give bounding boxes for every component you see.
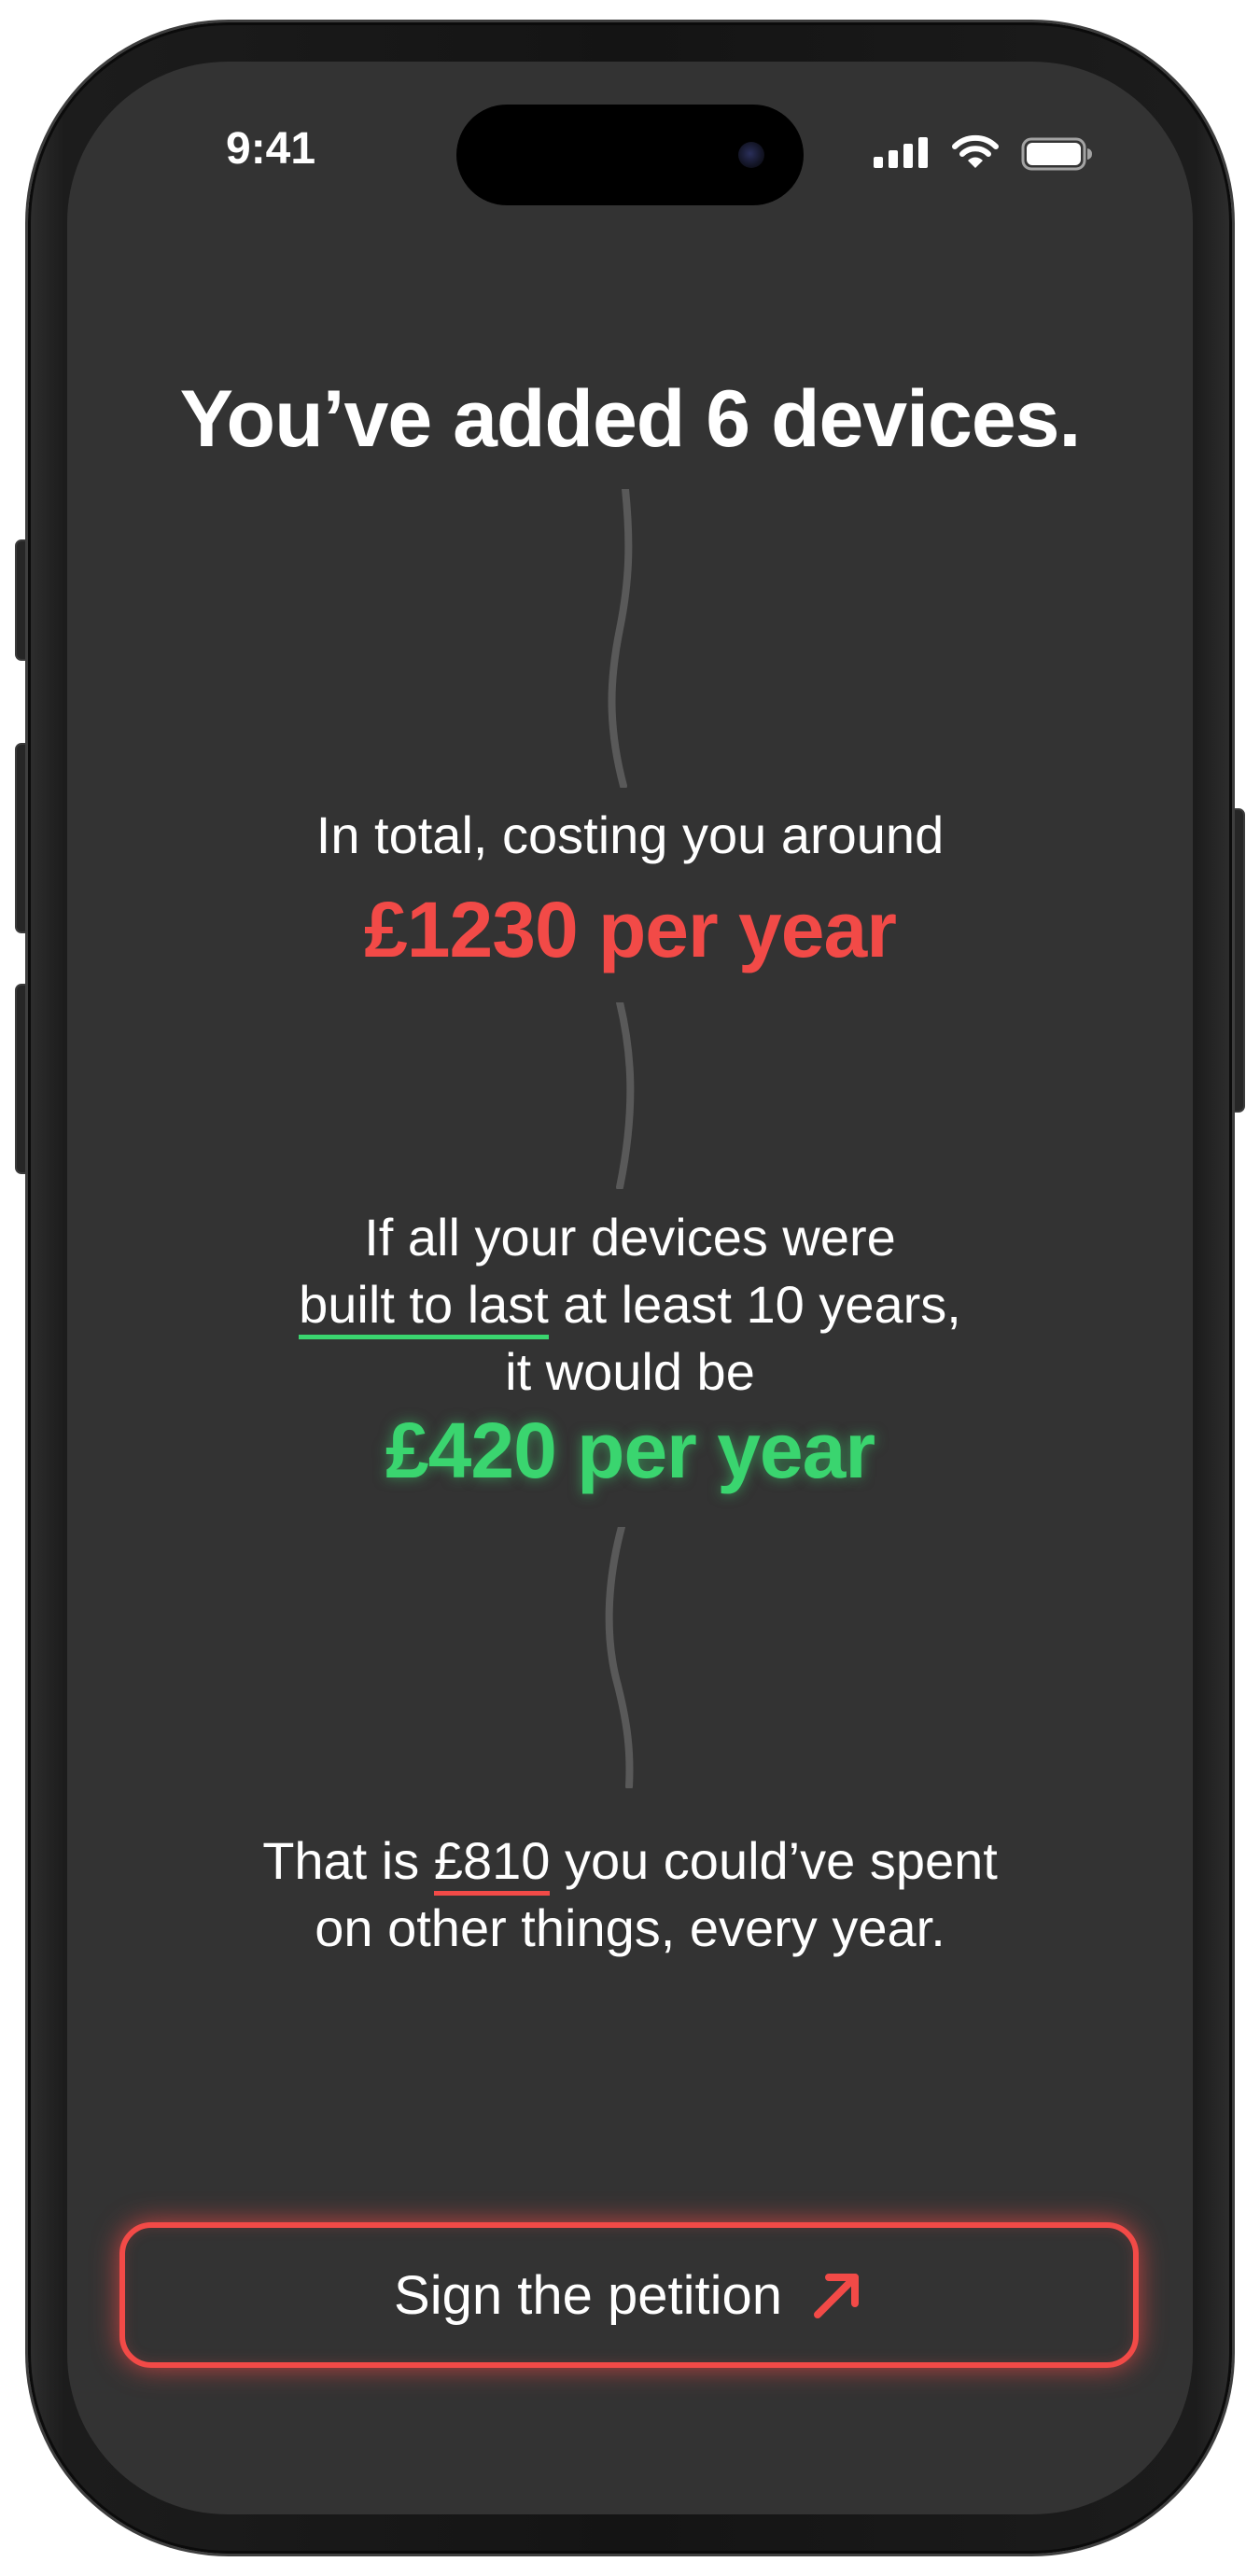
durable-cost-amount: £420 per year: [385, 1407, 875, 1494]
sign-petition-label: Sign the petition: [394, 2264, 782, 2326]
page: 9:41 You’ve added 6 devices. In total, c…: [0, 0, 1260, 2576]
phone-screen: 9:41 You’ve added 6 devices. In total, c…: [67, 62, 1193, 2514]
total-cost-amount: £1230 per year: [364, 886, 897, 973]
savings-text: That is £810 you could’ve spent on other…: [67, 1827, 1193, 1962]
comparison-text: If all your devices were built to last a…: [67, 1204, 1193, 1406]
savings-amount: £810: [433, 1831, 551, 1896]
page-title: You’ve added 6 devices.: [179, 374, 1082, 464]
connector-line: [605, 1527, 634, 1788]
comparison-line-3: it would be: [505, 1342, 755, 1401]
total-cost-label: In total, costing you around: [315, 805, 945, 864]
comparison-line-2: built to last at least 10 years,: [299, 1275, 961, 1339]
savings-summary: You’ve added 6 devices. In total, costin…: [67, 62, 1193, 2514]
savings-line-1: That is £810 you could’ve spent: [262, 1831, 998, 1896]
arrow-up-right-icon: [813, 2274, 859, 2318]
connector-line: [608, 489, 633, 788]
savings-line-2: on other things, every year.: [315, 1898, 945, 1957]
comparison-line-1: If all your devices were: [364, 1208, 896, 1267]
connector-line: [616, 1002, 635, 1189]
built-to-last-highlight: built to last: [299, 1275, 549, 1339]
sign-petition-button[interactable]: Sign the petition: [119, 2222, 1139, 2368]
